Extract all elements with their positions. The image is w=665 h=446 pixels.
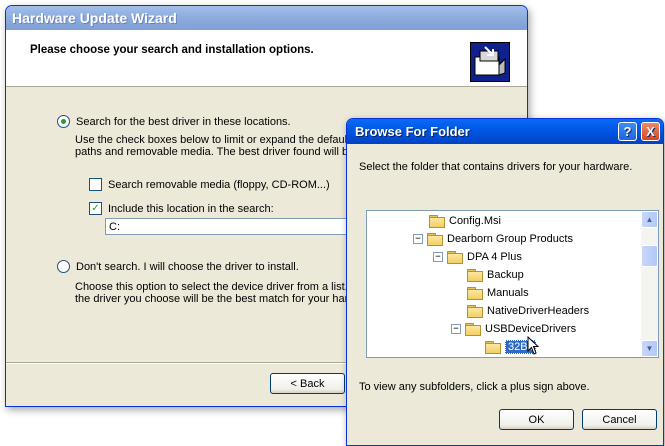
removable-media-checkbox[interactable] xyxy=(89,178,102,191)
browse-title: Browse For Folder xyxy=(355,124,470,139)
include-location-checkbox[interactable]: ✓ xyxy=(89,202,102,215)
removable-media-checkbox-row[interactable]: Search removable media (floppy, CD-ROM..… xyxy=(89,178,330,191)
manual-driver-option[interactable]: Don't search. I will choose the driver t… xyxy=(57,260,299,273)
collapse-icon[interactable]: − xyxy=(413,234,423,244)
wizard-heading: Please choose your search and installati… xyxy=(30,44,314,56)
folder-icon xyxy=(429,215,445,228)
tree-item-label: Dearborn Group Products xyxy=(447,233,573,245)
wizard-title: Hardware Update Wizard xyxy=(12,10,177,26)
tree-item-config-msi[interactable]: Config.Msi xyxy=(429,213,501,229)
wizard-title-bar[interactable]: Hardware Update Wizard xyxy=(6,6,527,30)
search-best-driver-option[interactable]: Search for the best driver in these loca… xyxy=(57,115,291,128)
back-button[interactable]: < Back xyxy=(270,373,345,394)
tree-item-nativedriverheaders[interactable]: NativeDriverHeaders xyxy=(467,303,589,319)
folder-icon xyxy=(485,341,501,354)
tree-item-backup[interactable]: Backup xyxy=(467,267,524,283)
tree-item-label: USBDeviceDrivers xyxy=(485,323,577,335)
search-option-description-2: paths and removable media. The best driv… xyxy=(75,146,355,158)
radio-unselected[interactable] xyxy=(57,260,70,273)
tree-item-label: Manuals xyxy=(487,287,529,299)
tree-item-dpa4plus[interactable]: − DPA 4 Plus xyxy=(433,249,522,265)
tree-item-label: Backup xyxy=(487,269,524,281)
folder-icon xyxy=(467,305,483,318)
folder-icon xyxy=(465,323,481,336)
tree-item-label: NativeDriverHeaders xyxy=(487,305,590,317)
browse-title-bar[interactable]: Browse For Folder ? X xyxy=(347,119,663,144)
cancel-button[interactable]: Cancel xyxy=(582,409,657,430)
tree-item-label: DPA 4 Plus xyxy=(467,251,522,263)
include-location-label: Include this location in the search: xyxy=(108,202,274,215)
tree-vertical-scrollbar[interactable]: ▲ ▼ xyxy=(641,211,658,357)
radio-selected[interactable] xyxy=(57,115,70,128)
scroll-up-icon[interactable]: ▲ xyxy=(641,211,658,228)
wizard-header: Please choose your search and installati… xyxy=(6,30,527,87)
collapse-icon[interactable]: − xyxy=(433,252,443,262)
folder-icon xyxy=(447,251,463,264)
tree-item-label: Config.Msi xyxy=(449,215,501,227)
help-icon[interactable]: ? xyxy=(618,122,637,141)
scroll-down-icon[interactable]: ▼ xyxy=(641,340,658,357)
manual-driver-label: Don't search. I will choose the driver t… xyxy=(76,260,299,273)
manual-option-description-2: the driver you choose will be the best m… xyxy=(75,293,355,305)
folder-icon xyxy=(467,269,483,282)
tree-item-usbdevicedrivers[interactable]: − USBDeviceDrivers xyxy=(451,321,576,337)
hardware-install-icon xyxy=(470,42,510,82)
collapse-icon[interactable]: − xyxy=(451,324,461,334)
folder-icon xyxy=(467,287,483,300)
browse-instruction: Select the folder that contains drivers … xyxy=(359,161,633,173)
tree-item-dearborn[interactable]: − Dearborn Group Products xyxy=(413,231,573,247)
ok-button[interactable]: OK xyxy=(499,409,574,430)
removable-media-label: Search removable media (floppy, CD-ROM..… xyxy=(108,178,330,191)
search-best-driver-label: Search for the best driver in these loca… xyxy=(76,115,291,128)
browse-for-folder-dialog: Browse For Folder ? X Select the folder … xyxy=(346,118,664,446)
close-icon[interactable]: X xyxy=(641,122,660,141)
tree-item-manuals[interactable]: Manuals xyxy=(467,285,529,301)
browse-hint: To view any subfolders, click a plus sig… xyxy=(359,381,590,393)
folder-tree[interactable]: Config.Msi − Dearborn Group Products − D… xyxy=(366,210,659,358)
include-location-checkbox-row[interactable]: ✓ Include this location in the search: xyxy=(89,202,274,215)
scroll-thumb[interactable] xyxy=(641,245,658,267)
folder-icon xyxy=(427,233,443,246)
